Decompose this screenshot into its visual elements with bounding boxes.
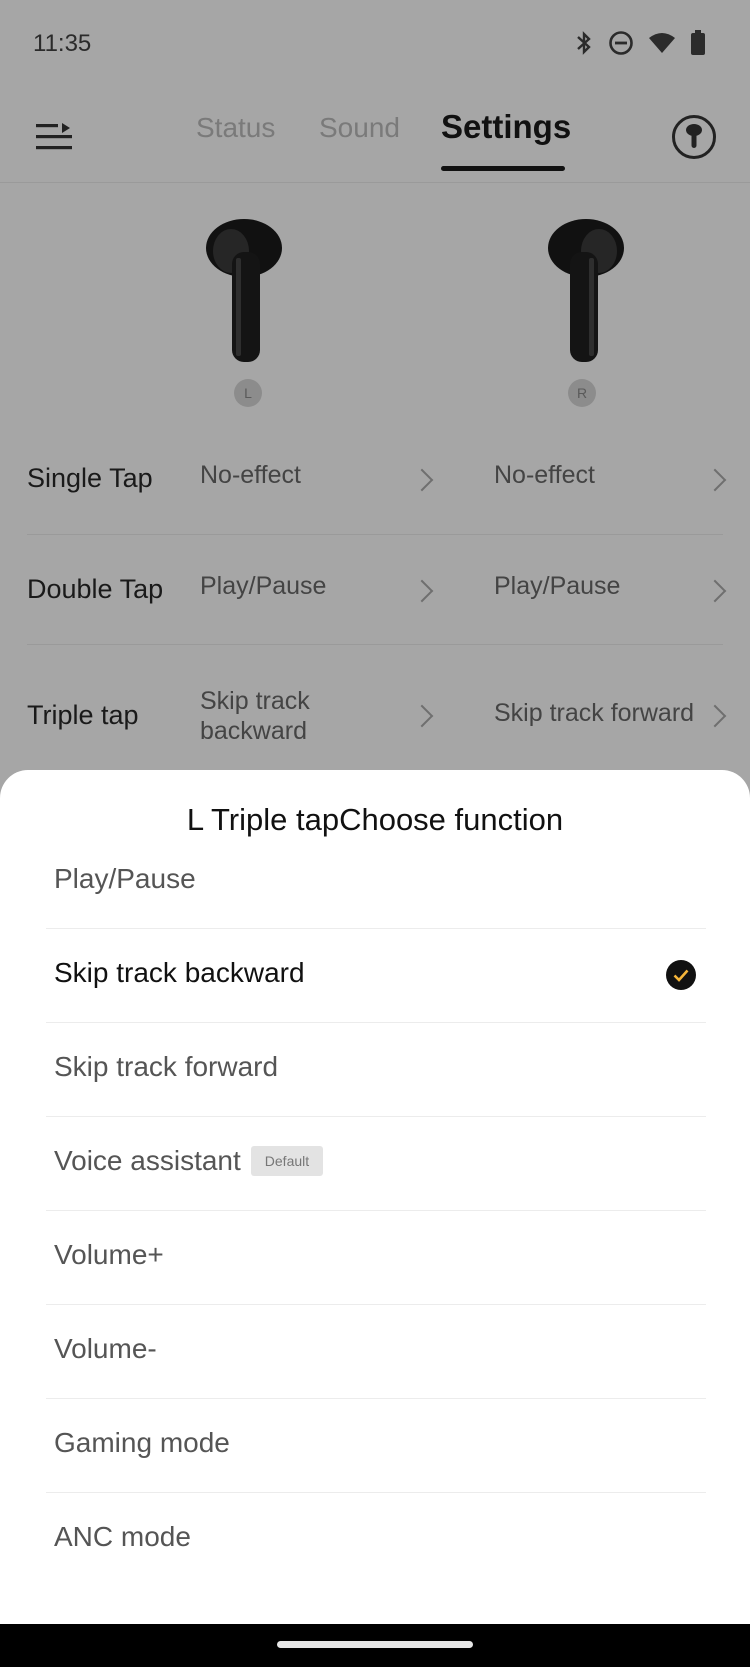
- right-gesture-value[interactable]: Play/Pause: [494, 571, 620, 601]
- option-skip-track-forward[interactable]: Skip track forward: [46, 1023, 706, 1117]
- gesture-label: Single Tap: [27, 463, 153, 493]
- chevron-right-icon: [703, 468, 727, 492]
- chevron-right-icon: [410, 468, 434, 492]
- option-label: ANC mode: [54, 1521, 191, 1552]
- left-earbud-label: L: [234, 379, 262, 407]
- chevron-right-icon: [410, 579, 434, 603]
- chevron-right-icon: [703, 579, 727, 603]
- option-label: Volume-: [54, 1333, 157, 1364]
- option-label: Skip track forward: [54, 1051, 279, 1082]
- status-time: 11:35: [33, 30, 92, 57]
- option-anc-mode[interactable]: ANC mode: [46, 1493, 706, 1587]
- gesture-label: Triple tap: [27, 700, 139, 730]
- battery-icon: [691, 30, 705, 55]
- option-play-pause[interactable]: Play/Pause: [46, 835, 706, 929]
- option-volume-down[interactable]: Volume-: [46, 1305, 706, 1399]
- tab-status[interactable]: Status: [196, 112, 275, 144]
- option-gaming-mode[interactable]: Gaming mode: [46, 1399, 706, 1493]
- tab-sound[interactable]: Sound: [319, 112, 400, 144]
- right-gesture-value[interactable]: Skip track forward: [494, 698, 694, 728]
- right-earbud-label: R: [568, 379, 596, 407]
- device-button[interactable]: [672, 115, 716, 159]
- left-gesture-value[interactable]: Skip track backward: [200, 686, 310, 746]
- default-badge: Default: [250, 1146, 324, 1176]
- right-gesture-value[interactable]: No-effect: [494, 460, 595, 490]
- home-gesture-handle[interactable]: [277, 1641, 473, 1648]
- chevron-right-icon: [703, 704, 727, 728]
- option-label: Skip track backward: [54, 957, 305, 988]
- left-gesture-value[interactable]: Play/Pause: [200, 571, 326, 601]
- status-icons: [574, 30, 706, 56]
- option-skip-track-backward[interactable]: Skip track backward: [46, 929, 706, 1023]
- option-label-wrap: Voice assistant Default: [54, 1145, 324, 1177]
- system-nav-bar: [0, 1624, 750, 1667]
- row-divider: [27, 534, 723, 535]
- right-earbud-image: [548, 219, 624, 362]
- active-tab-indicator: [441, 166, 565, 171]
- chevron-right-icon: [410, 704, 434, 728]
- do-not-disturb-icon: [609, 31, 633, 55]
- bluetooth-icon: [577, 31, 591, 55]
- option-label: Gaming mode: [54, 1427, 230, 1458]
- option-volume-up[interactable]: Volume+: [46, 1211, 706, 1305]
- earbud-icon: [686, 124, 702, 148]
- top-navigation: Status Sound Settings: [0, 90, 750, 182]
- option-label: Volume+: [54, 1239, 164, 1270]
- option-label: Play/Pause: [54, 863, 196, 894]
- menu-button[interactable]: [34, 120, 74, 154]
- header-divider: [0, 182, 750, 183]
- selected-check-icon: [666, 960, 696, 990]
- option-label: Voice assistant: [54, 1145, 241, 1176]
- gesture-label: Double Tap: [27, 574, 164, 604]
- row-divider: [27, 644, 723, 645]
- wifi-icon: [649, 33, 675, 53]
- option-voice-assistant[interactable]: Voice assistant Default: [46, 1117, 706, 1211]
- status-bar: 11:35: [0, 0, 750, 90]
- function-bottom-sheet: L Triple tapChoose function Play/Pause S…: [0, 770, 750, 1624]
- menu-icon: [36, 123, 72, 150]
- left-gesture-value[interactable]: No-effect: [200, 460, 301, 490]
- left-earbud-image: [206, 219, 282, 362]
- tab-settings[interactable]: Settings: [441, 108, 571, 146]
- sheet-title: L Triple tapChoose function: [186, 802, 564, 837]
